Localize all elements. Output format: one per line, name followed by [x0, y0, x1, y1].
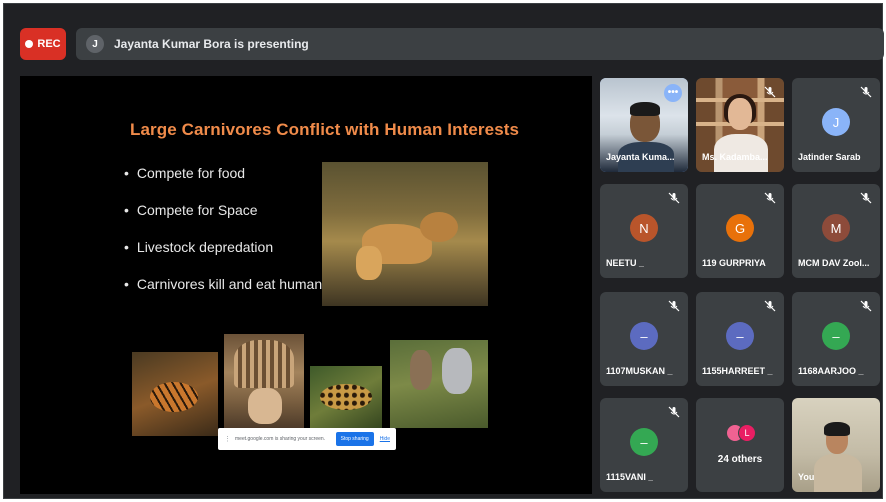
recording-indicator: REC — [20, 28, 66, 60]
participant-tile[interactable]: – 1107MUSKAN _ — [600, 292, 688, 386]
participant-tile[interactable]: N NEETU _ — [600, 184, 688, 278]
participant-tile[interactable]: – 1168AARJOO _ — [792, 292, 880, 386]
mic-off-icon — [860, 192, 872, 204]
participant-tile[interactable]: G 119 GURPRIYA — [696, 184, 784, 278]
participant-name: Ms. Kadamba... — [702, 152, 768, 162]
mic-off-icon — [764, 300, 776, 312]
participant-name: MCM DAV Zool... — [798, 258, 870, 268]
participant-name: 1107MUSKAN _ — [606, 366, 673, 376]
people-photo — [390, 340, 488, 428]
participant-tile[interactable]: M MCM DAV Zool... — [792, 184, 880, 278]
presenting-text: Jayanta Kumar Bora is presenting — [114, 37, 309, 51]
mic-off-icon — [860, 300, 872, 312]
participant-avatar: G — [726, 214, 754, 242]
record-dot-icon — [25, 40, 34, 48]
participant-name: NEETU _ — [606, 258, 645, 268]
mic-off-icon — [764, 192, 776, 204]
slide-bullet: Compete for Space — [124, 201, 329, 238]
slide-bullet: Livestock depredation — [124, 238, 329, 275]
participant-avatar: – — [630, 322, 658, 350]
meet-window: REC J Jayanta Kumar Bora is presenting L… — [3, 3, 884, 499]
slide-bullet: Compete for food — [124, 164, 329, 201]
slide-bullet-list: Compete for food Compete for Space Lives… — [124, 164, 329, 312]
participant-avatar: – — [726, 322, 754, 350]
participant-tile[interactable]: – 1115VANI _ — [600, 398, 688, 492]
mic-off-icon — [764, 86, 776, 98]
others-tile[interactable]: L 24 others — [696, 398, 784, 492]
participant-name: Jatinder Sarab — [798, 152, 861, 162]
others-avatar: L — [738, 424, 756, 442]
stop-sharing-button[interactable]: Stop sharing — [335, 432, 374, 446]
mic-off-icon — [668, 192, 680, 204]
rec-label: REC — [37, 38, 61, 50]
slide-bullet: Carnivores kill and eat humans — [124, 275, 329, 312]
participant-name: Jayanta Kuma... — [606, 152, 675, 162]
mic-off-icon — [860, 86, 872, 98]
participant-name: You — [798, 472, 815, 482]
presentation-stage: Large Carnivores Conflict with Human Int… — [20, 76, 592, 494]
lion-photo — [322, 162, 488, 306]
tiger-photo — [132, 352, 218, 436]
mic-off-icon — [668, 300, 680, 312]
share-message: meet.google.com is sharing your screen. — [235, 436, 326, 442]
participant-avatar: J — [822, 108, 850, 136]
others-count: 24 others — [717, 454, 763, 465]
participant-avatar: – — [822, 322, 850, 350]
slide-title: Large Carnivores Conflict with Human Int… — [130, 120, 520, 139]
participant-name: 119 GURPRIYA — [702, 258, 766, 268]
sculpture-photo — [224, 334, 304, 430]
participant-name: 1155HARREET _ — [702, 366, 773, 376]
presenter-avatar: J — [86, 35, 104, 53]
participant-avatar: – — [630, 428, 658, 456]
participant-tile[interactable]: – 1155HARREET _ — [696, 292, 784, 386]
leopard-photo — [310, 366, 382, 428]
drag-handle-icon[interactable]: ⋮ — [224, 435, 231, 443]
participant-tile[interactable]: J Jatinder Sarab — [792, 78, 880, 172]
participant-name: 1168AARJOO _ — [798, 366, 864, 376]
participant-name: 1115VANI _ — [606, 472, 654, 482]
more-options-icon[interactable]: ••• — [664, 84, 682, 102]
mic-off-icon — [668, 406, 680, 418]
participant-tile[interactable]: ••• Jayanta Kuma... — [600, 78, 688, 172]
hide-link[interactable]: Hide — [378, 436, 396, 442]
participant-avatar: N — [630, 214, 658, 242]
others-avatar-stack: L — [726, 424, 758, 442]
presenting-banner[interactable]: J Jayanta Kumar Bora is presenting — [76, 28, 884, 60]
participant-avatar: M — [822, 214, 850, 242]
participant-tile[interactable]: Ms. Kadamba... — [696, 78, 784, 172]
self-tile[interactable]: You — [792, 398, 880, 492]
screen-share-notification: ⋮ meet.google.com is sharing your screen… — [218, 428, 396, 450]
